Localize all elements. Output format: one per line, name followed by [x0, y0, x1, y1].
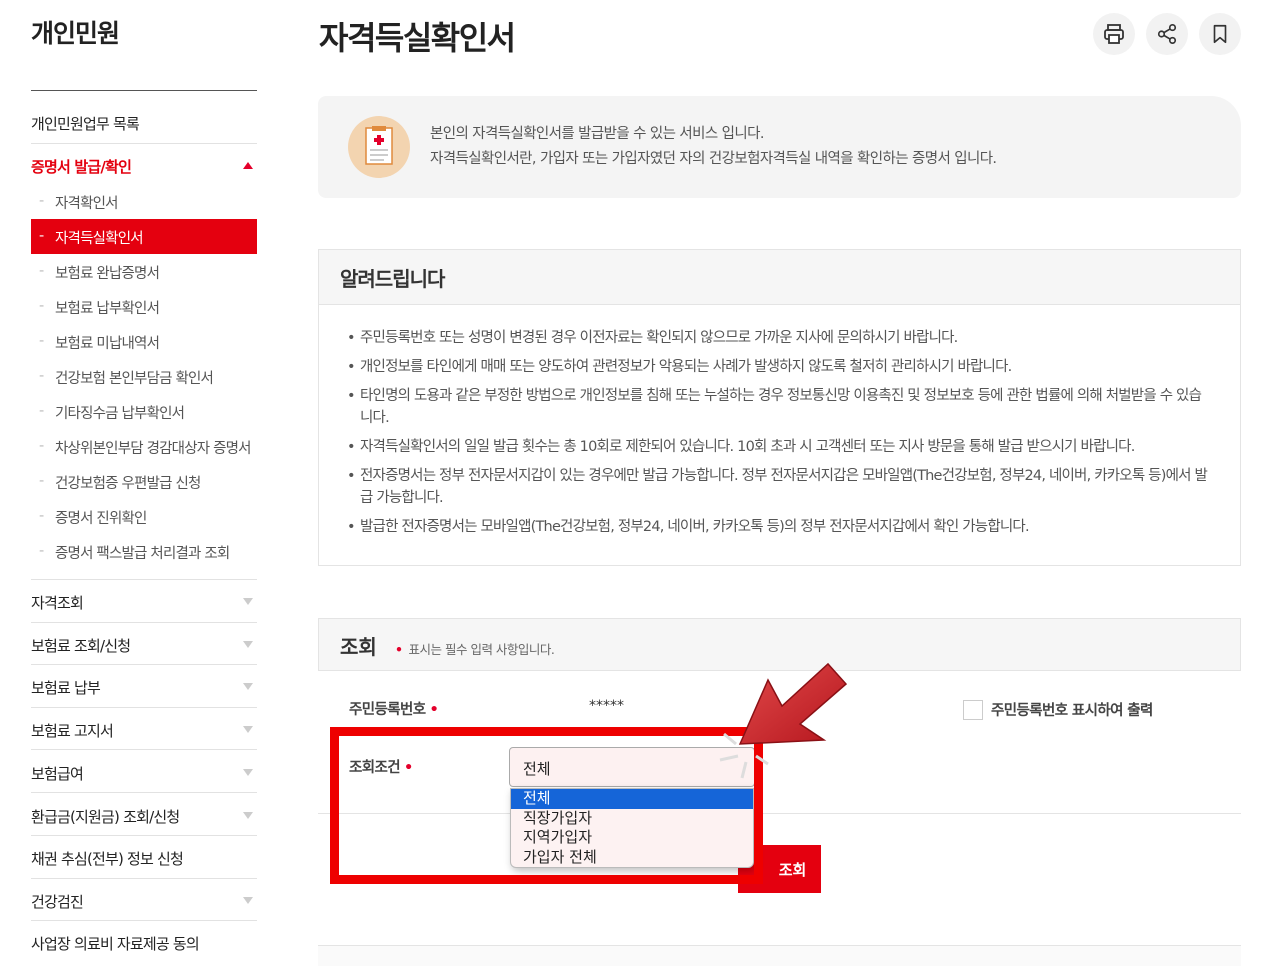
sidebar-section[interactable]: 채권 추심(전부) 정보 신청	[31, 848, 257, 878]
sidebar-item-label: 개인민원업무 목록	[31, 115, 140, 133]
bookmark-button[interactable]	[1199, 13, 1241, 55]
sidebar-section[interactable]: 보험료 조회/신청	[31, 635, 257, 665]
intro-text: 본인의 자격득실확인서를 발급받을 수 있는 서비스 입니다. 자격득실확인서란…	[430, 122, 997, 172]
sidebar-subitem[interactable]: - 증명서 팩스발급 처리결과 조회	[31, 534, 257, 569]
notice-item: 주민등록번호 또는 성명이 변경된 경우 이전자료는 확인되지 않으므로 가까운…	[347, 327, 1207, 349]
required-note: • 표시는 필수 입력 사항입니다.	[395, 642, 555, 657]
next-panel	[318, 946, 1241, 966]
sidebar-subitem[interactable]: - 자격확인서	[31, 184, 257, 219]
page-title: 자격득실확인서	[319, 19, 516, 57]
sidebar-title: 개인민원	[31, 19, 120, 48]
sidebar-divider	[31, 920, 257, 921]
rrn-label: 주민등록번호 •	[349, 702, 439, 718]
chevron-down-icon	[243, 812, 253, 819]
notice-panel: 알려드립니다 주민등록번호 또는 성명이 변경된 경우 이전자료는 확인되지 않…	[318, 249, 1241, 566]
notice-header: 알려드립니다	[319, 250, 1240, 305]
dropdown-option[interactable]: 가입자 전체	[511, 848, 753, 868]
sidebar-subitem[interactable]: - 건강보험증 우편발급 신청	[31, 464, 257, 499]
sidebar-subitem[interactable]: - 건강보험 본인부담금 확인서	[31, 359, 257, 394]
dropdown-option[interactable]: 직장가입자	[511, 809, 753, 829]
notice-item: 타인명의 도용과 같은 부정한 방법으로 개인정보를 침해 또는 누설하는 경우…	[347, 385, 1207, 429]
sidebar-subitem[interactable]: - 보험료 완납증명서	[31, 254, 257, 289]
sidebar-subitem[interactable]: - 보험료 납부확인서	[31, 289, 257, 324]
sidebar-item-label: 증명서 발급/확인	[31, 158, 132, 176]
intro-line: 자격득실확인서란, 가입자 또는 가입자였던 자의 건강보험자격득실 내역을 확…	[430, 151, 997, 167]
sidebar-section[interactable]: 건강검진	[31, 891, 257, 921]
sidebar-divider	[31, 749, 257, 750]
condition-dropdown[interactable]: 전체 직장가입자 지역가입자 가입자 전체	[510, 788, 754, 868]
search-header: 조회 • 표시는 필수 입력 사항입니다.	[318, 618, 1241, 671]
notice-title: 알려드립니다	[340, 267, 445, 291]
rrn-value: *****	[589, 698, 624, 714]
sidebar-divider	[31, 664, 257, 665]
sidebar-divider	[31, 792, 257, 793]
chevron-down-icon	[243, 598, 253, 605]
sidebar-divider	[31, 579, 257, 580]
sidebar-subitem[interactable]: - 보험료 미납내역서	[31, 324, 257, 359]
notice-item: 자격득실확인서의 일일 발급 횟수는 총 10회로 제한되어 있습니다. 10회…	[347, 436, 1207, 458]
sidebar-subitem[interactable]: - 증명서 진위확인	[31, 499, 257, 534]
sidebar-section[interactable]: 보험료 고지서	[31, 720, 257, 750]
intro-line: 본인의 자격득실확인서를 발급받을 수 있는 서비스 입니다.	[430, 126, 764, 142]
notice-item: 전자증명서는 정부 전자문서지갑이 있는 경우에만 발급 가능합니다. 정부 전…	[347, 465, 1208, 509]
sidebar-subitem[interactable]: - 기타징수금 납부확인서	[31, 394, 257, 429]
rrn-print-label[interactable]: 주민등록번호 표시하여 출력	[991, 699, 1153, 720]
notice-item: 발급한 전자증명서는 모바일앱(The건강보험, 정부24, 네이버, 카카오톡…	[347, 516, 1207, 538]
sidebar-subitem[interactable]: - 차상위본인부담 경감대상자 증명서	[31, 429, 257, 464]
divider	[318, 813, 1241, 814]
chevron-down-icon	[243, 641, 253, 648]
share-icon	[1157, 24, 1177, 44]
sidebar-divider	[31, 835, 257, 836]
sidebar-subitem-active[interactable]: - 자격득실확인서	[31, 219, 257, 254]
chevron-down-icon	[243, 897, 253, 904]
chevron-up-icon	[243, 162, 253, 169]
sidebar-divider	[31, 622, 257, 623]
sidebar-section[interactable]: 보험급여	[31, 763, 257, 793]
sidebar-divider	[31, 143, 257, 144]
chevron-down-icon	[243, 683, 253, 690]
chevron-down-icon	[243, 769, 253, 776]
condition-select[interactable]: 전체	[509, 747, 755, 787]
bookmark-icon	[1213, 24, 1227, 44]
sidebar-divider	[31, 90, 257, 91]
sidebar-divider	[31, 878, 257, 879]
sidebar-section[interactable]: 사업장 의료비 자료제공 동의	[31, 933, 257, 963]
search-panel: 조회 • 표시는 필수 입력 사항입니다. 주민등록번호 • ***** 주민등록번…	[318, 618, 1241, 818]
chevron-down-icon	[243, 726, 253, 733]
sidebar-section-certificates[interactable]: 증명서 발급/확인	[31, 156, 257, 186]
sidebar-section[interactable]: 환급금(지원금) 조회/신청	[31, 806, 257, 836]
document-icon	[348, 116, 410, 178]
sidebar-section[interactable]: 자격조회	[31, 592, 257, 622]
sidebar-item-list[interactable]: 개인민원업무 목록	[31, 113, 257, 143]
sidebar-divider	[31, 707, 257, 708]
sidebar-section[interactable]: 보험료 납부	[31, 677, 257, 707]
notice-item: 개인정보를 타인에게 매매 또는 양도하여 관련정보가 악용되는 사례가 발생하…	[347, 356, 1207, 378]
dropdown-option[interactable]: 전체	[511, 789, 753, 809]
search-title: 조회	[340, 635, 377, 659]
intro-box: 본인의 자격득실확인서를 발급받을 수 있는 서비스 입니다. 자격득실확인서란…	[318, 96, 1241, 198]
notice-list: 주민등록번호 또는 성명이 변경된 경우 이전자료는 확인되지 않으므로 가까운…	[347, 327, 1208, 545]
share-button[interactable]	[1146, 13, 1188, 55]
print-button[interactable]	[1093, 13, 1135, 55]
dropdown-option[interactable]: 지역가입자	[511, 828, 753, 848]
required-dot-icon: •	[395, 642, 403, 657]
condition-label: 조회조건 •	[349, 760, 413, 776]
print-icon	[1104, 24, 1124, 44]
rrn-print-checkbox[interactable]	[963, 700, 983, 720]
